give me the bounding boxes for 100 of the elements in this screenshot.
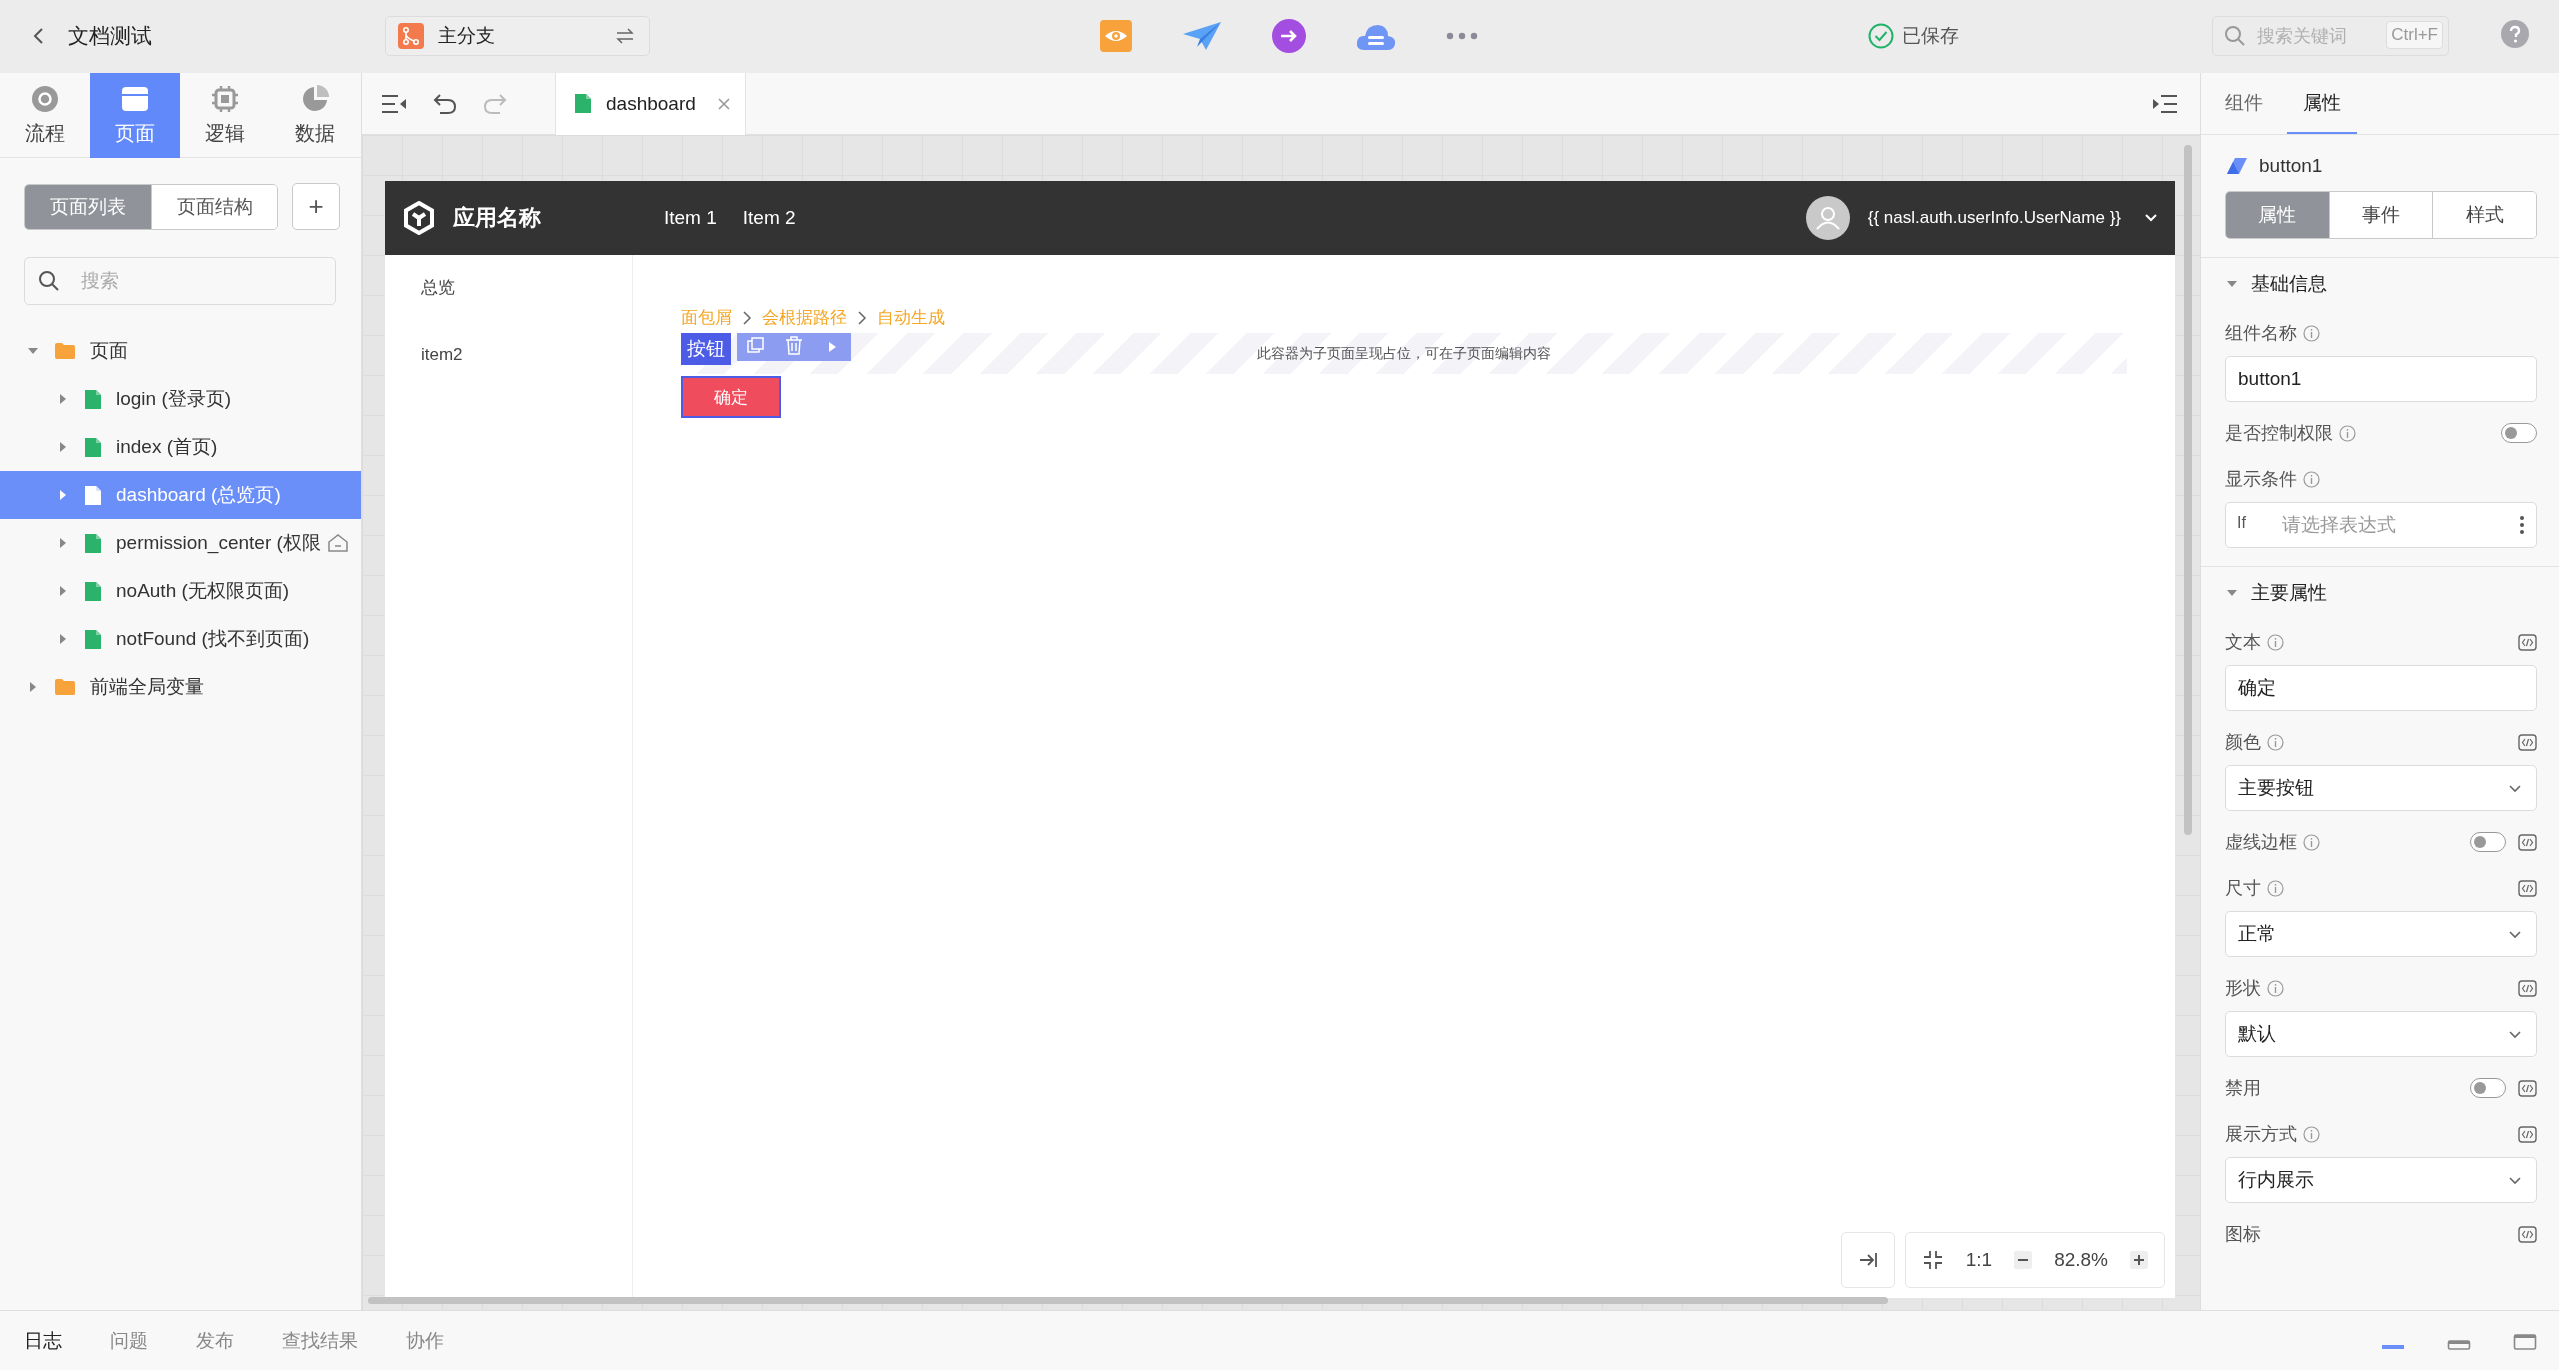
section-header[interactable]: 主要属性 [2225, 567, 2537, 619]
property-tab[interactable]: 样式 [2432, 192, 2536, 238]
input-field[interactable]: button1 [2225, 356, 2537, 402]
tree-item[interactable]: notFound (找不到页面) [0, 615, 361, 663]
file-icon [84, 388, 102, 410]
file-icon [84, 484, 102, 506]
component-icon [2225, 156, 2249, 176]
toggle-switch[interactable] [2470, 832, 2506, 852]
field-label: 形状 [2225, 977, 2261, 1000]
paper-plane-icon[interactable] [1182, 21, 1222, 51]
code-icon[interactable] [2518, 979, 2537, 997]
shrink-icon[interactable] [1921, 1249, 1944, 1271]
folder-icon [54, 678, 76, 696]
select-field[interactable]: 正常 [2225, 911, 2537, 957]
window-icon [120, 84, 150, 114]
tree-item[interactable]: index (首页) [0, 423, 361, 471]
nav-link[interactable]: Item 1 [664, 207, 717, 229]
panel-tab[interactable]: 组件 [2225, 73, 2277, 134]
scrollbar[interactable] [2184, 145, 2192, 835]
field-label: 尺寸 [2225, 877, 2261, 900]
field-label: 禁用 [2225, 1077, 2261, 1100]
more-icon[interactable] [1446, 32, 1478, 40]
placeholder-text: 此容器为子页面呈现占位，可在子页面编辑内容 [1257, 344, 1551, 363]
file-icon [84, 628, 102, 650]
swap-icon [615, 28, 635, 44]
chevron-right-icon [742, 310, 752, 325]
app-name: 应用名称 [453, 204, 541, 232]
scrollbar[interactable] [368, 1297, 1888, 1304]
sidebar-tab[interactable]: 逻辑 [180, 73, 270, 158]
code-icon[interactable] [2518, 1225, 2537, 1243]
menu-item[interactable]: 总览 [385, 277, 632, 344]
tree-item[interactable]: 页面 [0, 327, 361, 375]
collapse-icon[interactable] [1857, 1250, 1878, 1270]
toggle-switch[interactable] [2501, 423, 2537, 443]
file-icon [84, 532, 102, 554]
field-label: 文本 [2225, 631, 2261, 654]
field-label: 显示条件 [2225, 468, 2297, 491]
search-field[interactable]: 搜索 [24, 257, 336, 305]
tree-item[interactable]: login (登录页) [0, 375, 361, 423]
code-icon[interactable] [2518, 1125, 2537, 1143]
if-label: If [2237, 514, 2247, 532]
code-icon[interactable] [2518, 879, 2537, 897]
input-field[interactable]: 确定 [2225, 665, 2537, 711]
menu-item[interactable]: item2 [385, 344, 632, 411]
component-tag: 按钮 [681, 333, 731, 365]
expand-panel-icon[interactable] [2152, 93, 2178, 114]
section-header[interactable]: 基础信息 [2225, 258, 2537, 310]
search-icon [38, 270, 60, 292]
chip-icon [210, 84, 240, 114]
collapse-panel-icon[interactable] [381, 93, 407, 114]
search-icon [2224, 25, 2246, 47]
select-field[interactable]: 行内展示 [2225, 1157, 2537, 1203]
folder-icon [54, 342, 76, 360]
panel-layout-icon[interactable] [2513, 1331, 2537, 1350]
avatar-icon[interactable] [1805, 196, 1850, 240]
add-button[interactable]: + [292, 183, 340, 230]
code-icon[interactable] [2518, 633, 2537, 651]
log-tab[interactable]: 问题 [110, 1327, 148, 1354]
branch-selector[interactable]: 主分支 [385, 16, 650, 56]
zoom-level: 82.8% [2054, 1249, 2108, 1271]
code-icon[interactable] [2518, 733, 2537, 751]
back-icon[interactable] [32, 26, 46, 46]
tree-item[interactable]: noAuth (无权限页面) [0, 567, 361, 615]
field-label: 展示方式 [2225, 1123, 2297, 1146]
shortcut-hint: Ctrl+F [2386, 21, 2443, 49]
save-status: 已保存 [1902, 24, 1959, 48]
nav-link[interactable]: Item 2 [742, 207, 796, 229]
tree-item[interactable]: 前端全局变量 [0, 663, 361, 711]
field-label: 组件名称 [2225, 322, 2297, 345]
actual-size-button[interactable]: 1:1 [1965, 1249, 1993, 1271]
field-label: 是否控制权限 [2225, 422, 2333, 445]
tree-item[interactable]: permission_center (权限 [0, 519, 361, 567]
log-tab[interactable]: 日志 [24, 1327, 62, 1354]
user-name[interactable]: {{ nasl.auth.userInfo.UserName }} [1867, 208, 2121, 228]
close-icon[interactable] [717, 96, 731, 111]
property-tab[interactable]: 事件 [2328, 192, 2433, 238]
file-icon [84, 436, 102, 458]
more-vertical-icon[interactable] [2519, 515, 2525, 535]
code-icon[interactable] [2518, 1079, 2537, 1097]
arrow-circle-icon[interactable] [1272, 19, 1306, 53]
editor-tab[interactable]: dashboard [555, 73, 746, 135]
record-icon [30, 84, 60, 114]
confirm-button[interactable]: 确定 [681, 376, 781, 418]
file-icon [84, 580, 102, 602]
chevron-right-icon [857, 310, 867, 325]
field-label: 颜色 [2225, 731, 2261, 754]
sidebar-tab[interactable]: 流程 [0, 73, 90, 158]
project-title: 文档测试 [68, 23, 152, 49]
cube-logo-icon [403, 201, 435, 235]
view-tab[interactable]: 页面结构 [151, 184, 277, 229]
zoom-in-icon[interactable] [2130, 1251, 2148, 1269]
undo-icon[interactable] [433, 92, 457, 115]
zoom-out-icon[interactable] [2014, 1251, 2033, 1269]
field-label: 虚线边框 [2225, 831, 2297, 854]
code-icon[interactable] [2518, 833, 2537, 851]
panel-tab[interactable]: 属性 [2287, 73, 2357, 134]
sidebar-tab[interactable]: 数据 [270, 73, 360, 158]
toggle-switch[interactable] [2470, 1078, 2506, 1098]
select-field[interactable]: 主要按钮 [2225, 765, 2537, 811]
select-field[interactable]: 默认 [2225, 1011, 2537, 1057]
